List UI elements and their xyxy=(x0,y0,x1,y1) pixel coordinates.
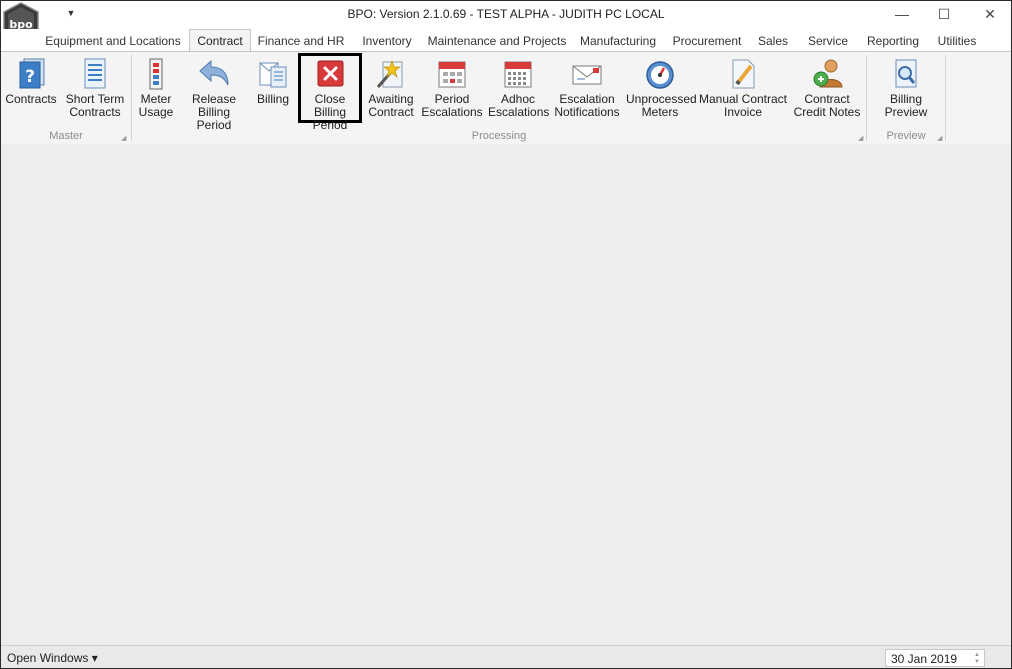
quick-access-dropdown-icon[interactable]: ▼ xyxy=(65,7,77,19)
open-windows-menu[interactable]: Open Windows ▾ xyxy=(7,651,98,665)
close-x-icon xyxy=(317,60,344,87)
magnifier-document-icon xyxy=(895,59,917,88)
ribbon-group-processing: Meter Usage Release Billing Period Billi… xyxy=(132,52,866,144)
tab-service[interactable]: Service xyxy=(801,30,855,51)
adhoc-escalations-label: Adhoc Escalations xyxy=(488,92,550,119)
tab-reporting[interactable]: Reporting xyxy=(863,30,923,51)
billing-preview-label: Billing Preview xyxy=(884,92,928,119)
gauge-icon xyxy=(646,61,674,89)
tab-manufacturing[interactable]: Manufacturing xyxy=(575,30,661,51)
meter-usage-button[interactable]: Meter Usage xyxy=(136,54,176,122)
document-list-icon xyxy=(84,58,106,89)
unprocessed-meters-label: Unprocessed Meters xyxy=(626,92,697,119)
meter-icon xyxy=(149,58,163,90)
manual-contract-invoice-label: Manual Contract Invoice xyxy=(698,92,788,119)
close-billing-period-button[interactable]: Close Billing Period xyxy=(298,53,362,132)
adhoc-escalations-button[interactable]: Adhoc Escalations xyxy=(488,54,550,122)
awaiting-contract-label: Awaiting Contract xyxy=(368,92,414,119)
group-launcher-master-icon[interactable]: ◢ xyxy=(121,134,128,142)
main-workspace xyxy=(1,144,1011,645)
tab-utilities[interactable]: Utilities xyxy=(931,30,983,51)
group-launcher-preview-icon[interactable]: ◢ xyxy=(937,134,944,142)
tab-contract[interactable]: Contract xyxy=(189,29,251,52)
magic-wand-icon xyxy=(376,59,403,88)
manual-contract-invoice-button[interactable]: Manual Contract Invoice xyxy=(698,54,788,122)
tab-equipment-and-locations[interactable]: Equipment and Locations xyxy=(45,30,181,51)
escalation-notifications-button[interactable]: Escalation Notifications xyxy=(552,54,622,122)
group-separator xyxy=(945,55,946,141)
envelope-icon xyxy=(572,65,602,85)
awaiting-contract-button[interactable]: Awaiting Contract xyxy=(366,54,416,122)
period-escalations-button[interactable]: Period Escalations xyxy=(420,54,484,122)
tab-finance-and-hr[interactable]: Finance and HR xyxy=(255,30,347,51)
pencil-document-icon xyxy=(732,59,755,89)
meter-usage-label: Meter Usage xyxy=(138,92,174,119)
application-window: BPO: Version 2.1.0.69 - TEST ALPHA - JUD… xyxy=(0,0,1012,669)
billing-button[interactable]: Billing xyxy=(252,54,294,122)
billing-label: Billing xyxy=(256,92,289,106)
escalation-notifications-label: Escalation Notifications xyxy=(554,92,620,119)
window-title: BPO: Version 2.1.0.69 - TEST ALPHA - JUD… xyxy=(347,7,665,21)
tab-sales[interactable]: Sales xyxy=(753,30,793,51)
tab-procurement[interactable]: Procurement xyxy=(669,30,745,51)
tab-inventory[interactable]: Inventory xyxy=(355,30,419,51)
calendar-grid-icon xyxy=(504,61,532,88)
date-field[interactable]: 30 Jan 2019 ▲ ▼ xyxy=(885,649,985,667)
maximize-button[interactable]: ☐ xyxy=(921,1,967,29)
billing-icon xyxy=(259,62,287,88)
spin-down-icon[interactable]: ▼ xyxy=(973,659,981,665)
ribbon-tabs: Equipment and Locations Contract Finance… xyxy=(1,29,1011,52)
close-button[interactable]: ✕ xyxy=(967,1,1011,29)
minimize-button[interactable]: — xyxy=(879,1,925,29)
ribbon-group-master: ? Contracts Short Term Contracts Master … xyxy=(1,52,131,144)
ribbon-group-preview: Billing Preview Preview ◢ xyxy=(867,52,945,144)
svg-text:?: ? xyxy=(25,67,35,87)
credit-note-icon xyxy=(813,59,843,88)
billing-preview-button[interactable]: Billing Preview xyxy=(875,54,937,122)
contracts-label: Contracts xyxy=(5,92,57,106)
contracts-icon: ? xyxy=(19,58,45,89)
contract-credit-notes-button[interactable]: Contract Credit Notes xyxy=(792,54,862,122)
date-value: 30 Jan 2019 xyxy=(891,652,958,666)
unprocessed-meters-button[interactable]: Unprocessed Meters xyxy=(626,54,697,122)
title-bar: BPO: Version 2.1.0.69 - TEST ALPHA - JUD… xyxy=(1,1,1011,29)
ribbon: ? Contracts Short Term Contracts Master … xyxy=(1,51,1011,145)
spin-up-icon[interactable]: ▲ xyxy=(973,652,981,658)
group-label-master: Master xyxy=(49,130,83,142)
chevron-down-icon: ▾ xyxy=(91,651,98,665)
contracts-button[interactable]: ? Contracts xyxy=(3,54,59,122)
undo-arrow-icon xyxy=(199,59,229,86)
status-bar: Open Windows ▾ 30 Jan 2019 ▲ ▼ xyxy=(1,645,1011,668)
group-label-processing: Processing xyxy=(471,130,527,142)
short-term-contracts-button[interactable]: Short Term Contracts xyxy=(63,54,127,122)
close-billing-period-label: Close Billing Period xyxy=(312,92,348,132)
short-term-contracts-label: Short Term Contracts xyxy=(65,92,125,119)
group-launcher-processing-icon[interactable]: ◢ xyxy=(858,134,865,142)
release-billing-period-button[interactable]: Release Billing Period xyxy=(180,54,248,132)
period-escalations-label: Period Escalations xyxy=(421,92,483,119)
group-label-preview: Preview xyxy=(886,130,926,142)
release-billing-period-label: Release Billing Period xyxy=(191,92,237,132)
open-windows-label: Open Windows xyxy=(7,651,89,665)
tab-maintenance-and-projects[interactable]: Maintenance and Projects xyxy=(427,30,567,51)
contract-credit-notes-label: Contract Credit Notes xyxy=(793,92,861,119)
calendar-icon xyxy=(438,61,466,88)
